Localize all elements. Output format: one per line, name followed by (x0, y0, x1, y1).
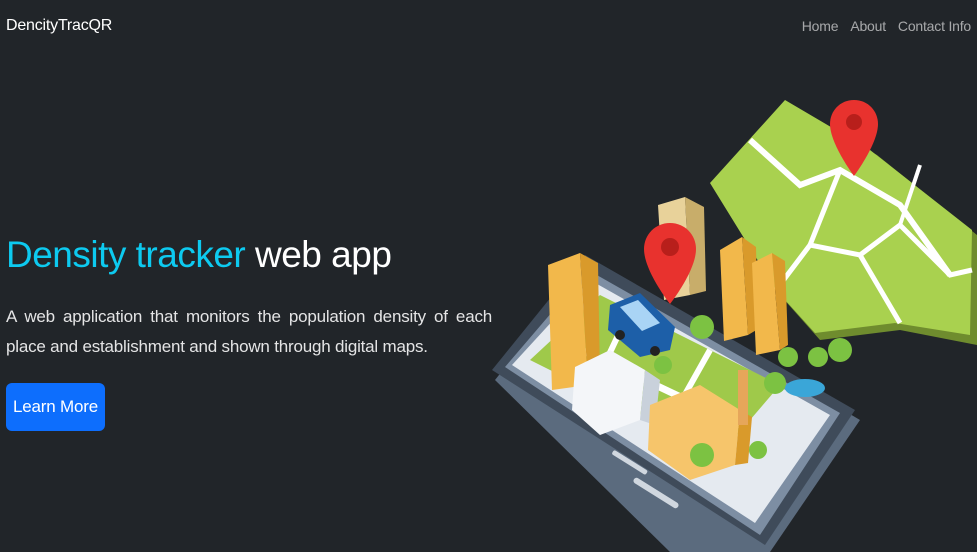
hero-section: Density tracker web app A web applicatio… (6, 232, 492, 362)
pond-icon (785, 379, 825, 397)
hero-description: A web application that monitors the popu… (6, 307, 492, 356)
phone-map-illustration (492, 100, 977, 552)
nav-link-about[interactable]: About (850, 18, 886, 34)
nav-links: Home About Contact Info (802, 18, 971, 34)
navbar: DencityTracQR Home About Contact Info (0, 0, 977, 52)
brand-logo[interactable]: DencityTracQR (6, 17, 112, 35)
nav-link-home[interactable]: Home (802, 18, 839, 34)
hero-title-rest: web app (245, 234, 392, 275)
hero-title-accent: Density tracker (6, 234, 246, 275)
learn-more-button[interactable]: Learn More (6, 383, 105, 431)
nav-link-contact-info[interactable]: Contact Info (898, 18, 971, 34)
hero-title: Density tracker web app (6, 232, 492, 278)
